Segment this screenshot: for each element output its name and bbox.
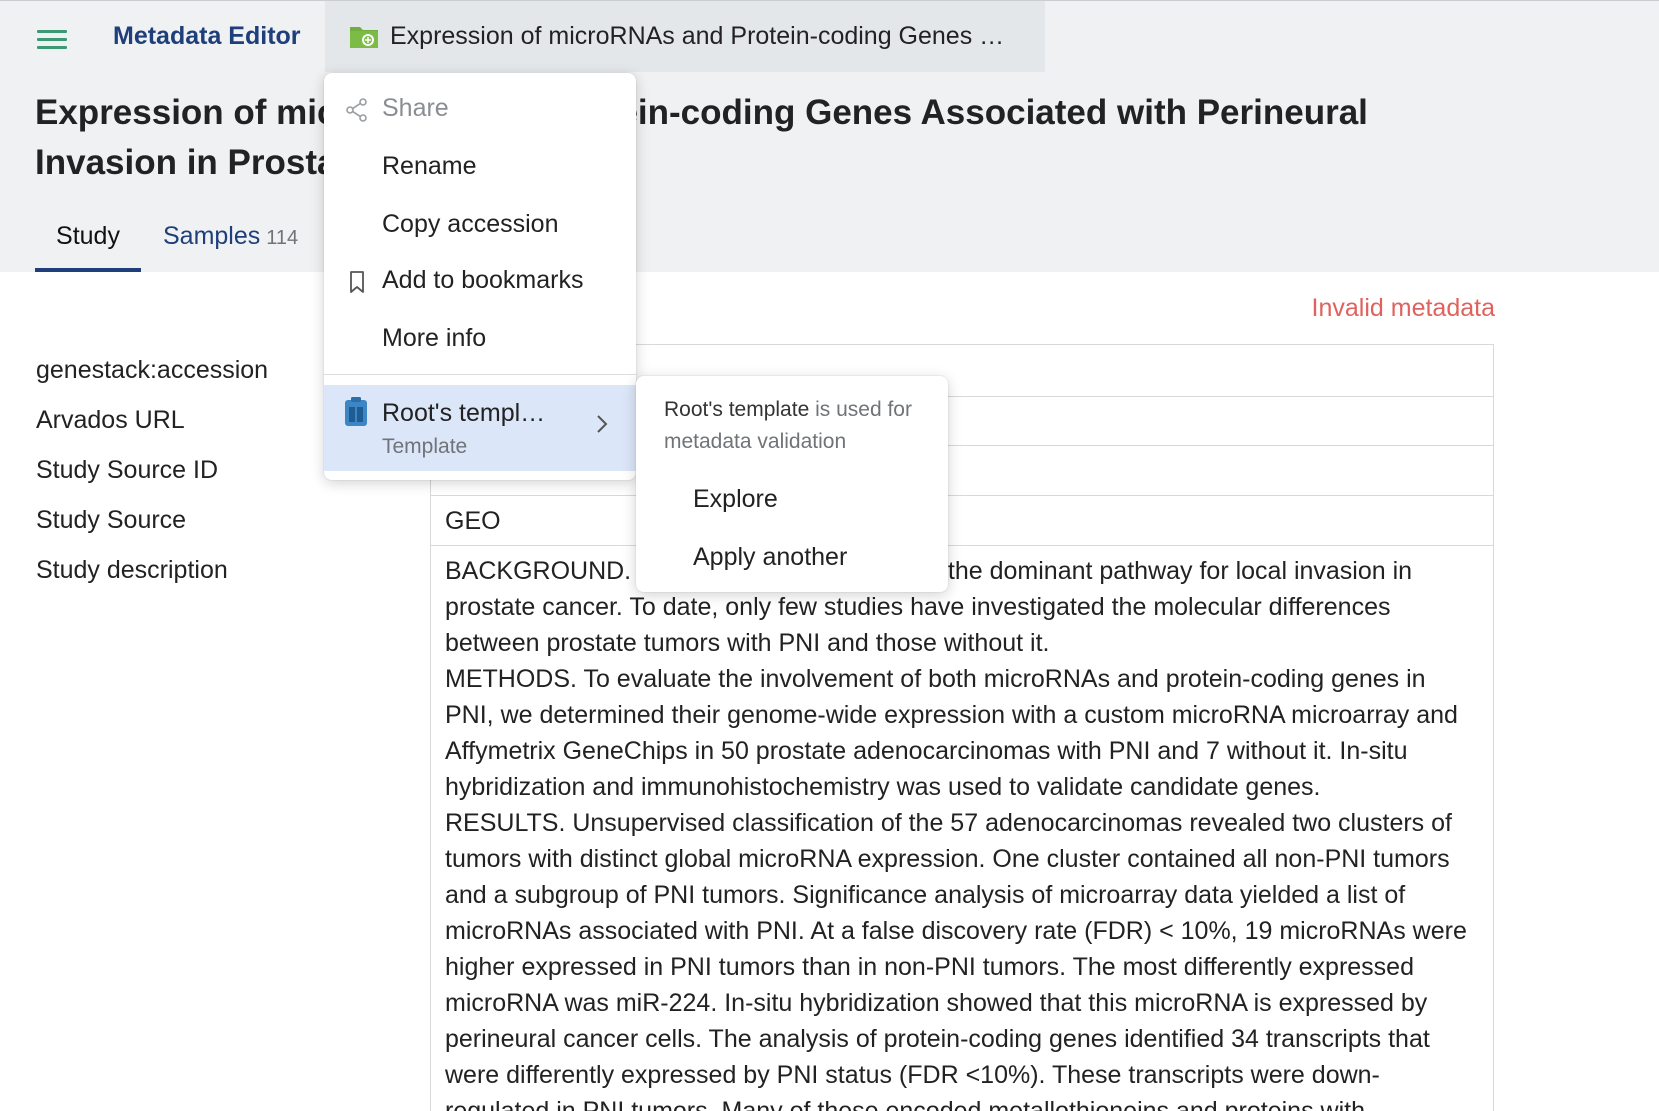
menu-item-copy-accession-label: Copy accession — [382, 210, 559, 238]
page-title: Expression of microRNAs and Protein-codi… — [35, 93, 1368, 182]
hamburger-menu-icon[interactable] — [37, 27, 69, 51]
value-study-description[interactable]: BACKGROUND. Perineural invasion (PNI) is… — [445, 553, 1485, 1111]
field-label-study-description: Study description — [36, 556, 228, 584]
file-tab[interactable]: Expression of microRNAs and Protein-codi… — [325, 1, 1045, 72]
value-cell-study-source[interactable]: GEO — [431, 496, 1493, 546]
field-label-arvados-url: Arvados URL — [36, 406, 185, 434]
menu-item-add-to-bookmarks[interactable]: Add to bookmarks — [324, 253, 636, 307]
submenu-item-apply-another[interactable]: Apply another — [636, 531, 948, 583]
file-tab-label: Expression of microRNAs and Protein-codi… — [390, 22, 1005, 50]
bookmark-icon — [350, 271, 364, 293]
field-label-study-source: Study Source — [36, 506, 187, 534]
menu-item-more-info-label: More info — [382, 324, 487, 352]
menu-item-copy-accession[interactable]: Copy accession — [324, 197, 636, 251]
tab-study[interactable]: Study — [35, 220, 141, 272]
menu-item-share-label: Share — [382, 94, 449, 122]
share-icon — [346, 98, 367, 122]
invalid-metadata-link[interactable]: Invalid metadata — [1240, 292, 1495, 324]
samples-count-badge: 114 — [266, 227, 299, 249]
menu-item-rename[interactable]: Rename — [324, 139, 636, 193]
value-study-source: GEO — [445, 507, 501, 535]
tab-samples[interactable]: Samples 114 — [163, 220, 298, 254]
app-title[interactable]: Metadata Editor — [113, 20, 301, 52]
chevron-right-icon — [597, 415, 608, 433]
submenu-item-apply-another-label: Apply another — [693, 543, 848, 571]
metadata-editor-page: Metadata Editor Expression of microRNAs … — [0, 0, 1659, 1111]
template-name: Root's templ… — [382, 399, 546, 427]
template-subtitle: Template — [382, 435, 468, 458]
menu-item-add-to-bookmarks-label: Add to bookmarks — [382, 266, 584, 294]
template-info-name: Root's template — [664, 398, 810, 421]
submenu-item-explore-label: Explore — [693, 485, 778, 513]
template-info-text: Root's template is used for metadata val… — [664, 394, 934, 458]
menu-item-more-info[interactable]: More info — [324, 311, 636, 365]
menu-divider — [324, 374, 636, 375]
study-folder-icon — [350, 27, 378, 48]
tab-samples-label: Samples — [163, 222, 261, 250]
file-context-menu: Share Rename Copy accession Add to bookm… — [324, 73, 636, 480]
tab-study-label: Study — [56, 222, 120, 250]
template-submenu: Root's template is used for metadata val… — [636, 376, 948, 592]
menu-item-template[interactable]: Root's templ… Template — [324, 385, 636, 471]
menu-item-share[interactable]: Share — [324, 81, 636, 135]
menu-item-rename-label: Rename — [382, 152, 477, 180]
submenu-item-explore[interactable]: Explore — [636, 473, 948, 525]
template-icon — [345, 397, 367, 426]
field-label-accession: genestack:accession — [36, 356, 269, 384]
field-label-study-source-id: Study Source ID — [36, 456, 219, 484]
